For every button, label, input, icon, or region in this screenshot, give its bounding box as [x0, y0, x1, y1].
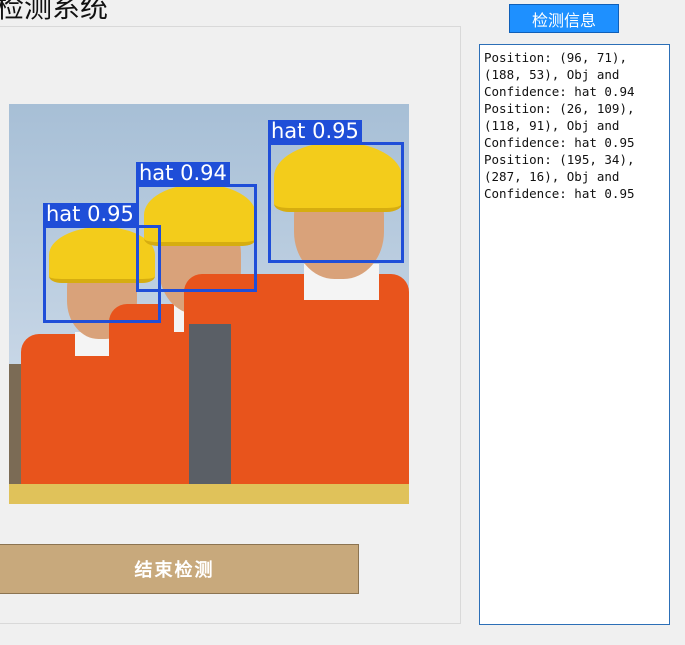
detection-image: hat 0.95 hat 0.94 hat 0.95 — [9, 104, 409, 504]
image-foreground — [9, 484, 409, 504]
detection-label: hat 0.94 — [136, 162, 230, 184]
detection-label: hat 0.95 — [268, 120, 362, 142]
jacket-stripe — [189, 324, 231, 504]
detection-label: hat 0.95 — [43, 203, 137, 225]
window-title: 检测系统 — [0, 0, 109, 24]
detection-box — [268, 142, 404, 263]
detection-box — [136, 184, 257, 292]
detection-info-log[interactable]: Position: (96, 71), (188, 53), Obj and C… — [479, 44, 670, 625]
detection-info-header[interactable]: 检测信息 — [509, 4, 619, 33]
end-detection-button[interactable]: 结束检测 — [0, 544, 359, 594]
